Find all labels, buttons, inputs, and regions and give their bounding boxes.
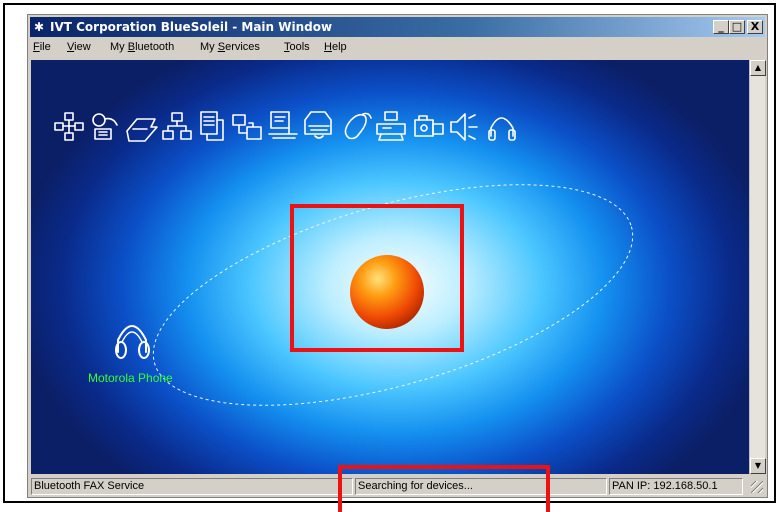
title-bar[interactable]: ✱ IVT Corporation BlueSoleil - Main Wind… <box>30 17 765 37</box>
headset-icon <box>488 117 516 141</box>
minimize-button[interactable]: _ <box>713 20 729 34</box>
scroll-down-button[interactable]: ▼ <box>750 458 766 474</box>
object-push-icon <box>200 111 224 141</box>
motorola-phone-headset-icon <box>115 325 150 359</box>
camera-imaging-icon <box>414 115 444 137</box>
status-searching: Searching for devices... <box>355 478 607 495</box>
printer-icon <box>304 111 332 139</box>
menu-my-services[interactable]: My Services <box>200 41 260 53</box>
maximize-button[interactable]: □ <box>729 20 745 34</box>
close-button[interactable]: X <box>747 20 763 34</box>
menu-file[interactable]: File <box>33 41 51 53</box>
file-transfer-icon <box>126 118 158 142</box>
network-access-icon <box>54 112 84 141</box>
vertical-scrollbar[interactable]: ▲ ▼ <box>749 60 766 474</box>
menu-help[interactable]: Help <box>324 41 347 53</box>
fax-icon <box>376 111 406 141</box>
bluetooth-icon: ✱ <box>34 20 45 34</box>
main-window: ✱ IVT Corporation BlueSoleil - Main Wind… <box>27 14 768 498</box>
window-title: IVT Corporation BlueSoleil - Main Window <box>50 20 333 34</box>
device-radar-canvas[interactable]: Motorola Phone <box>31 60 749 474</box>
dialup-networking-icon <box>92 113 118 140</box>
status-service: Bluetooth FAX Service <box>31 478 353 495</box>
canvas-drawing <box>54 111 634 406</box>
audio-speaker-icon <box>450 113 478 141</box>
menu-my-bluetooth[interactable]: My Bluetooth <box>110 41 174 53</box>
sync-icon <box>232 114 262 140</box>
resize-grip[interactable] <box>751 481 763 493</box>
menu-tools[interactable]: Tools <box>284 41 310 53</box>
status-pan-ip: PAN IP: 192.168.50.1 <box>609 478 743 495</box>
menu-view[interactable]: View <box>67 41 91 53</box>
device-label-motorola-phone[interactable]: Motorola Phone <box>88 371 173 385</box>
personal-area-network-icon <box>268 111 298 139</box>
local-device-orb <box>350 255 424 329</box>
scroll-up-button[interactable]: ▲ <box>750 60 766 76</box>
lan-access-icon <box>162 112 192 140</box>
menu-bar: File View My Bluetooth My Services Tools… <box>30 39 765 57</box>
mouse-hid-icon <box>344 112 372 140</box>
status-bar: Bluetooth FAX Service Searching for devi… <box>30 477 765 496</box>
